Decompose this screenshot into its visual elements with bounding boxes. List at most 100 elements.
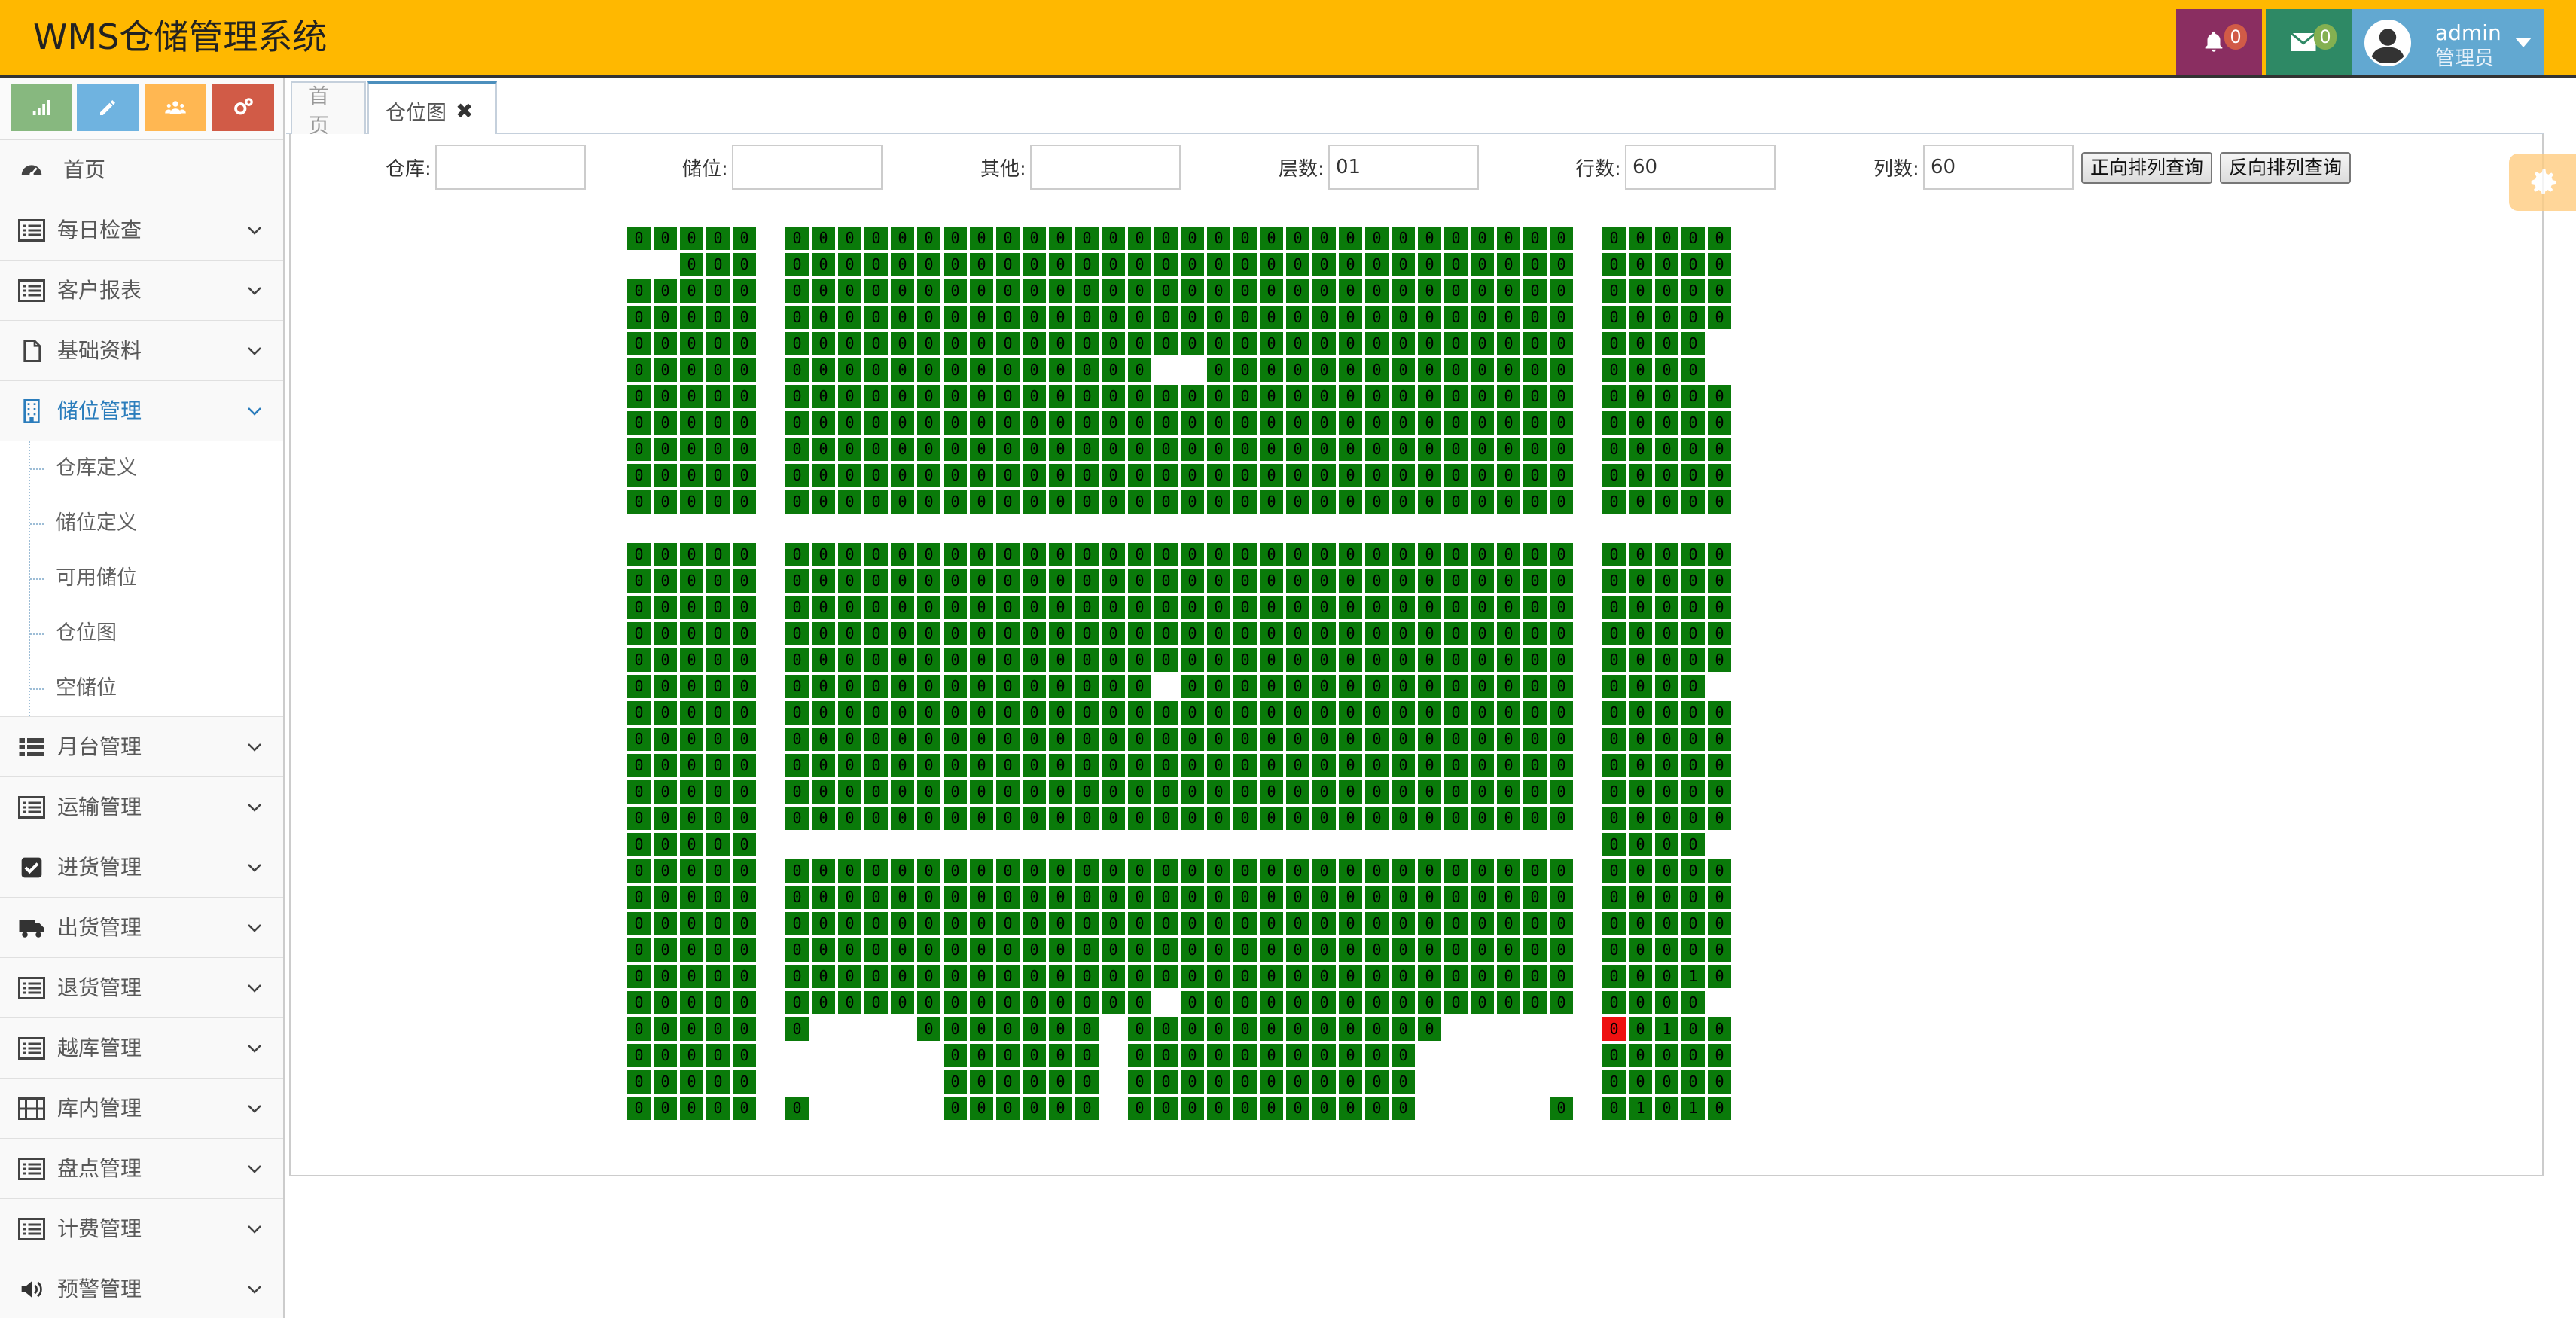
location-cell[interactable]: 0 — [1206, 410, 1231, 435]
location-cell[interactable]: 0 — [1259, 490, 1284, 514]
location-cell[interactable]: 0 — [1338, 384, 1363, 409]
location-cell[interactable]: 0 — [732, 806, 757, 831]
location-cell[interactable]: 0 — [837, 859, 862, 883]
location-cell[interactable]: 0 — [1312, 964, 1337, 989]
location-cell[interactable]: 0 — [1417, 911, 1442, 936]
location-cell[interactable]: 0 — [1233, 780, 1258, 804]
location-cell[interactable]: 0 — [995, 437, 1020, 462]
location-cell[interactable]: 0 — [626, 595, 651, 620]
location-cell[interactable]: 0 — [1443, 964, 1468, 989]
location-cell[interactable]: 0 — [1496, 384, 1521, 409]
sidebar-item-billing-mgmt[interactable]: 计费管理 — [0, 1199, 283, 1259]
location-cell[interactable]: 0 — [1549, 859, 1574, 883]
location-cell[interactable]: 0 — [1022, 674, 1047, 699]
location-cell[interactable]: 0 — [1707, 911, 1732, 936]
location-cell[interactable]: 0 — [1180, 490, 1205, 514]
location-cell[interactable]: 0 — [1364, 410, 1389, 435]
location-cell[interactable]: 0 — [1338, 1096, 1363, 1121]
location-cell[interactable]: 0 — [1470, 780, 1495, 804]
location-cell[interactable]: 0 — [1180, 410, 1205, 435]
location-cell[interactable]: 0 — [1338, 700, 1363, 725]
location-cell[interactable]: 0 — [679, 1017, 704, 1042]
location-cell[interactable]: 0 — [1233, 885, 1258, 910]
location-cell[interactable]: 0 — [1628, 1017, 1653, 1042]
location-cell[interactable]: 0 — [995, 700, 1020, 725]
sidebar-item-dock-mgmt[interactable]: 月台管理 — [0, 717, 283, 777]
location-cell[interactable]: 1 — [1681, 1096, 1706, 1121]
location-cell[interactable]: 0 — [1417, 490, 1442, 514]
location-cell[interactable]: 0 — [1127, 331, 1152, 356]
submenu-item-warehouse-def[interactable]: 仓库定义 — [0, 441, 283, 496]
location-cell[interactable]: 0 — [1364, 938, 1389, 963]
location-cell[interactable]: 0 — [864, 780, 889, 804]
location-cell[interactable]: 0 — [1048, 911, 1073, 936]
location-cell[interactable]: 0 — [890, 990, 915, 1015]
location-cell[interactable]: 0 — [785, 490, 809, 514]
location-cell[interactable]: 0 — [916, 859, 941, 883]
location-cell[interactable]: 0 — [995, 859, 1020, 883]
location-cell[interactable]: 0 — [1180, 463, 1205, 488]
location-cell[interactable]: 0 — [1602, 569, 1626, 593]
location-cell[interactable]: 0 — [1259, 806, 1284, 831]
location-cell[interactable]: 0 — [943, 1069, 968, 1094]
location-cell[interactable]: 0 — [837, 648, 862, 673]
location-cell[interactable]: 0 — [732, 964, 757, 989]
location-cell[interactable]: 0 — [1707, 727, 1732, 752]
location-cell[interactable]: 0 — [1285, 490, 1310, 514]
location-cell[interactable]: 0 — [679, 490, 704, 514]
location-cell[interactable]: 0 — [1628, 727, 1653, 752]
location-cell[interactable]: 0 — [916, 780, 941, 804]
location-cell[interactable]: 0 — [626, 305, 651, 330]
location-cell[interactable]: 0 — [1127, 990, 1152, 1015]
location-cell[interactable]: 0 — [1654, 780, 1679, 804]
location-cell[interactable]: 0 — [1338, 358, 1363, 383]
location-cell[interactable]: 0 — [1233, 463, 1258, 488]
location-cell[interactable]: 0 — [1312, 463, 1337, 488]
location-cell[interactable]: 0 — [1364, 226, 1389, 251]
location-cell[interactable]: 0 — [1338, 938, 1363, 963]
location-cell[interactable]: 0 — [1496, 806, 1521, 831]
location-cell[interactable]: 0 — [890, 437, 915, 462]
location-cell[interactable]: 0 — [1496, 938, 1521, 963]
location-cell[interactable]: 0 — [785, 700, 809, 725]
location-cell[interactable]: 0 — [1470, 990, 1495, 1015]
location-cell[interactable]: 0 — [1470, 410, 1495, 435]
location-cell[interactable]: 0 — [1127, 964, 1152, 989]
location-cell[interactable]: 0 — [1654, 700, 1679, 725]
location-cell[interactable]: 0 — [785, 1096, 809, 1121]
location-cell[interactable]: 1 — [1681, 964, 1706, 989]
location-cell[interactable]: 0 — [1470, 938, 1495, 963]
location-cell[interactable]: 0 — [1707, 1017, 1732, 1042]
location-cell[interactable]: 0 — [1285, 463, 1310, 488]
location-cell[interactable]: 0 — [837, 964, 862, 989]
location-cell[interactable]: 0 — [1628, 700, 1653, 725]
location-cell[interactable]: 0 — [1654, 595, 1679, 620]
location-cell[interactable]: 0 — [1523, 358, 1547, 383]
location-cell[interactable]: 0 — [785, 595, 809, 620]
location-cell[interactable]: 0 — [1048, 542, 1073, 567]
location-cell[interactable]: 0 — [943, 410, 968, 435]
location-cell[interactable]: 0 — [811, 384, 836, 409]
location-cell[interactable]: 0 — [1417, 674, 1442, 699]
location-cell[interactable]: 0 — [706, 859, 730, 883]
location-cell[interactable]: 0 — [1338, 753, 1363, 778]
location-cell[interactable]: 0 — [1075, 569, 1099, 593]
location-cell[interactable]: 0 — [1338, 780, 1363, 804]
location-cell[interactable]: 0 — [1075, 1069, 1099, 1094]
location-cell[interactable]: 0 — [995, 1096, 1020, 1121]
location-cell[interactable]: 0 — [1338, 1017, 1363, 1042]
location-cell[interactable]: 0 — [969, 938, 994, 963]
location-cell[interactable]: 0 — [732, 252, 757, 277]
location-cell[interactable]: 0 — [1127, 674, 1152, 699]
location-cell[interactable]: 0 — [1364, 1017, 1389, 1042]
location-cell[interactable]: 0 — [1259, 252, 1284, 277]
location-cell[interactable]: 0 — [1180, 859, 1205, 883]
location-cell[interactable]: 0 — [1075, 463, 1099, 488]
location-cell[interactable]: 0 — [1048, 226, 1073, 251]
location-cell[interactable]: 0 — [626, 621, 651, 646]
location-cell[interactable]: 0 — [1443, 252, 1468, 277]
location-cell[interactable]: 0 — [653, 648, 678, 673]
location-cell[interactable]: 0 — [1391, 1017, 1416, 1042]
location-cell[interactable]: 0 — [1417, 410, 1442, 435]
location-cell[interactable]: 0 — [732, 648, 757, 673]
